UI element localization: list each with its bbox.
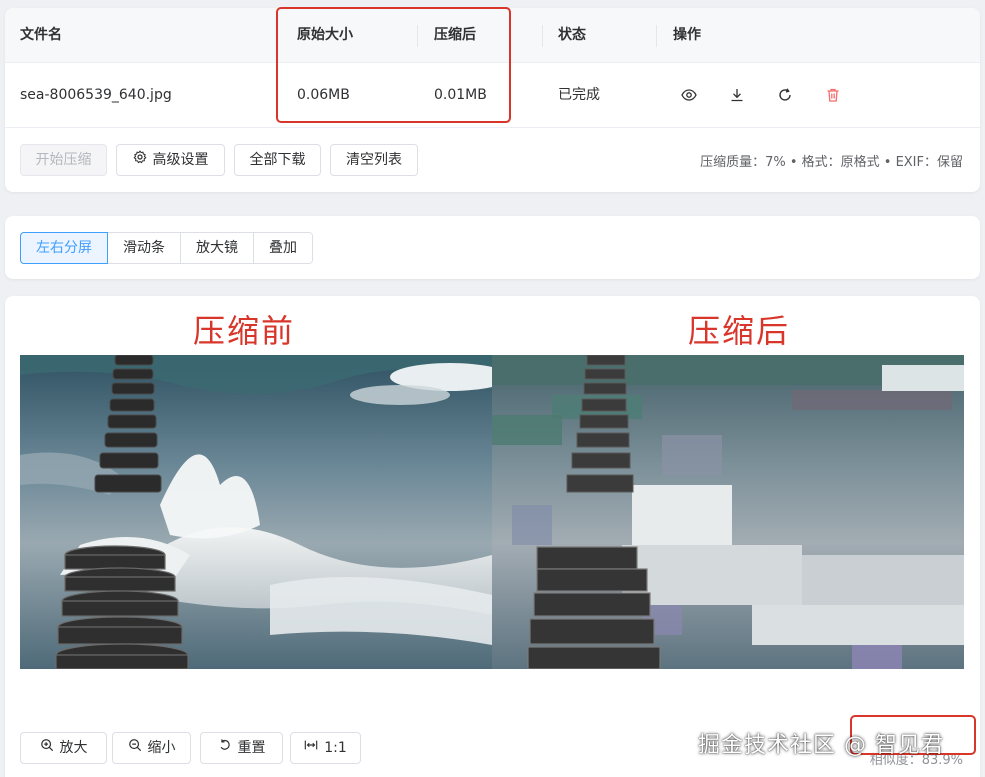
zoom-out-button[interactable]: 缩小 [112, 732, 191, 764]
eye-icon[interactable] [681, 87, 697, 103]
row-filename: sea-8006539_640.jpg [20, 87, 172, 103]
mode-overlay[interactable]: 叠加 [253, 233, 312, 263]
before-label: 压缩前 [193, 312, 296, 350]
zoom-in-icon [40, 733, 54, 763]
original-image [20, 355, 492, 669]
actual-size-button[interactable]: 1:1 [290, 732, 361, 764]
actual-size-label: 1:1 [324, 740, 347, 756]
download-all-button[interactable]: 全部下载 [234, 144, 321, 176]
refresh-icon[interactable] [777, 87, 793, 103]
row-status: 已完成 [558, 87, 600, 103]
zoom-out-label: 缩小 [147, 740, 176, 756]
size-columns-highlight [276, 7, 511, 123]
zoom-in-label: 放大 [59, 740, 88, 756]
column-divider [542, 25, 543, 47]
gear-icon [133, 145, 147, 175]
header-status: 状态 [558, 27, 586, 43]
header-actions: 操作 [673, 27, 701, 43]
column-divider [656, 25, 657, 47]
start-compress-button[interactable]: 开始压缩 [20, 144, 107, 176]
after-label: 压缩后 [688, 312, 791, 350]
compressed-image [492, 355, 964, 669]
header-filename: 文件名 [20, 27, 62, 43]
fit-width-icon [304, 733, 318, 763]
view-mode-card: 左右分屏 滑动条 放大镜 叠加 [5, 216, 980, 279]
compression-summary: 压缩质量：7% • 格式：原格式 • EXIF：保留 [700, 155, 963, 170]
watermark: 掘金技术社区 @ 智见君 [698, 733, 944, 758]
reset-button[interactable]: 重置 [200, 732, 283, 764]
advanced-settings-label: 高级设置 [152, 152, 209, 168]
zoom-out-icon [128, 733, 142, 763]
download-icon[interactable] [729, 87, 745, 103]
comparison-card: 压缩前 压缩后 放大 缩小 重置 1:1 相似度：83.9% [5, 296, 980, 777]
trash-icon[interactable] [825, 87, 841, 103]
view-mode-switch: 左右分屏 滑动条 放大镜 叠加 [20, 232, 313, 264]
reset-label: 重置 [237, 740, 266, 756]
advanced-settings-button[interactable]: 高级设置 [116, 144, 225, 176]
zoom-in-button[interactable]: 放大 [20, 732, 107, 764]
mode-slider[interactable]: 滑动条 [107, 233, 180, 263]
mode-split[interactable]: 左右分屏 [20, 232, 108, 264]
mode-magnifier[interactable]: 放大镜 [180, 233, 253, 263]
clear-list-button[interactable]: 清空列表 [330, 144, 418, 176]
reset-icon [218, 733, 232, 763]
